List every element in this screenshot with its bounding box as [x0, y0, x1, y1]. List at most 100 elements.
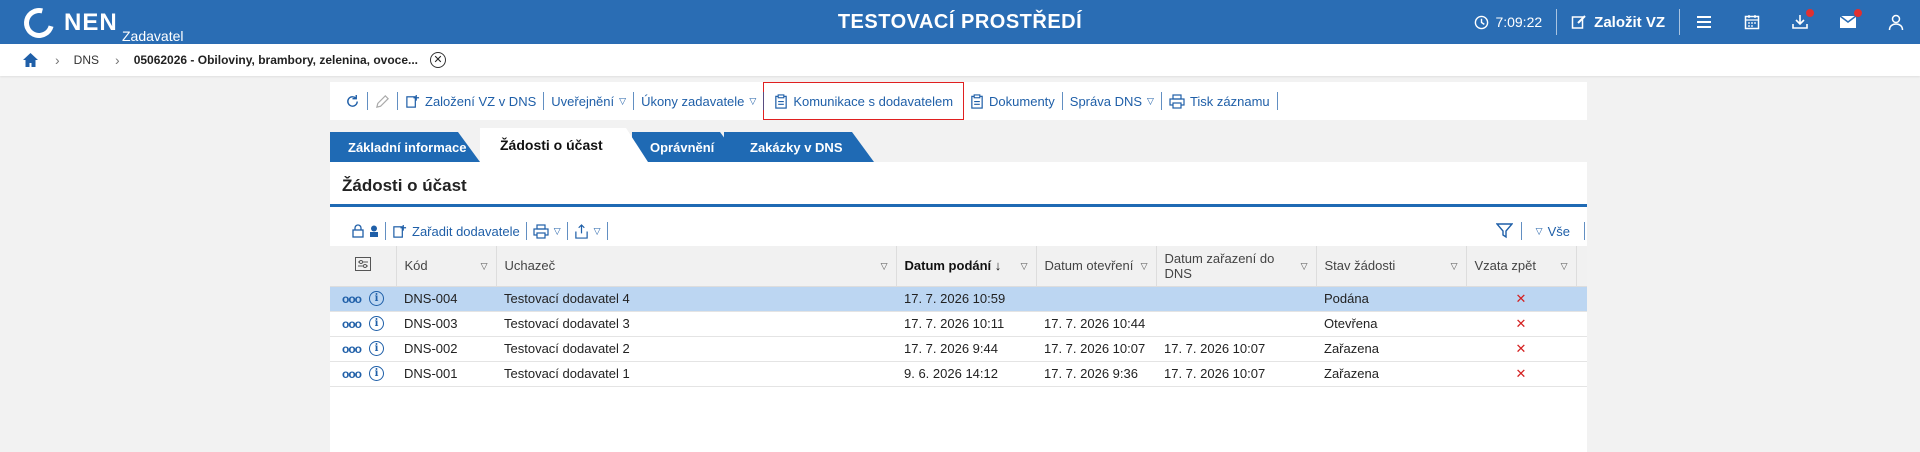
cell-bidder: Testovací dodavatel 4	[496, 286, 896, 312]
cell-submitted: 17. 7. 2026 10:11	[896, 311, 1036, 337]
menu-button[interactable]	[1680, 0, 1728, 44]
caret-down-icon: ▽	[1535, 225, 1543, 236]
filter-icon[interactable]	[1495, 223, 1513, 239]
filter-caret-icon[interactable]: ▽	[1301, 259, 1308, 274]
cell-opened: 17. 7. 2026 10:07	[1036, 336, 1156, 362]
filter-caret-icon[interactable]: ▽	[1021, 259, 1028, 274]
more-options-icon[interactable]: ooo	[342, 342, 362, 356]
column-header-bidder-label: Uchazeč	[504, 258, 556, 274]
column-header-bidder[interactable]: Uchazeč ▽	[496, 246, 897, 287]
toolbar-create-vz-dns[interactable]: Založení VZ v DNS	[398, 90, 543, 112]
refresh-button[interactable]	[338, 90, 367, 112]
column-header-code[interactable]: Kód ▽	[396, 246, 497, 287]
section-title: Žádosti o účast	[342, 176, 467, 195]
filter-caret-icon[interactable]: ▽	[881, 259, 888, 274]
cell-assigned	[1156, 311, 1316, 337]
column-settings-header[interactable]	[330, 246, 397, 287]
column-header-withdrawn[interactable]: Vzata zpět ▽	[1466, 246, 1577, 287]
cell-bidder: Testovací dodavatel 1	[496, 361, 896, 387]
user-button[interactable]	[1872, 0, 1920, 44]
chevron-right-icon: ›	[115, 52, 120, 68]
downloads-button[interactable]	[1776, 0, 1824, 44]
header-actions: 7:09:22 Založit VZ	[1474, 0, 1920, 44]
table-row[interactable]: ooo i DNS-001 Testovací dodavatel 1 9. 6.…	[330, 361, 1587, 387]
notification-dot	[1854, 9, 1862, 17]
column-header-submitted[interactable]: Datum podání ↓ ▽	[896, 246, 1037, 287]
table-row[interactable]: ooo i DNS-004 Testovací dodavatel 4 17. 7…	[330, 286, 1587, 312]
user-icon	[1888, 14, 1904, 30]
column-header-code-label: Kód	[404, 258, 428, 274]
home-icon[interactable]	[22, 52, 39, 68]
filter-all-select[interactable]: ▽ Vše	[1530, 220, 1576, 242]
more-options-icon[interactable]: ooo	[342, 367, 362, 381]
create-vz-button[interactable]: Založit VZ	[1557, 14, 1679, 31]
toolbar-divider	[1584, 222, 1585, 240]
breadcrumb-dns[interactable]: DNS	[74, 53, 99, 67]
cell-bidder: Testovací dodavatel 2	[496, 336, 896, 362]
info-icon[interactable]: i	[369, 366, 384, 381]
cell-spacer	[1576, 336, 1587, 362]
close-icon[interactable]: ✕	[430, 52, 447, 68]
edit-button[interactable]	[368, 90, 397, 112]
column-header-submitted-label: Datum podání	[904, 258, 992, 274]
assign-supplier-button[interactable]: Zařadit dodavatele	[386, 220, 526, 242]
print-menu[interactable]: ▽	[527, 220, 567, 242]
filter-caret-icon[interactable]: ▽	[1451, 259, 1458, 274]
toolbar-print-record[interactable]: Tisk záznamu	[1162, 90, 1277, 112]
cell-submitted: 9. 6. 2026 14:12	[896, 361, 1036, 387]
clock-icon	[1475, 15, 1489, 29]
cell-state: Zařazena	[1316, 361, 1466, 387]
logo-ring-icon	[18, 2, 60, 44]
toolbar-publication-label: Uveřejnění	[551, 93, 615, 109]
toolbar-documents[interactable]: Dokumenty	[963, 90, 1062, 112]
toolbar-divider	[1160, 92, 1162, 110]
info-icon[interactable]: i	[369, 291, 384, 306]
filter-caret-icon[interactable]: ▽	[481, 259, 488, 274]
more-options-icon[interactable]: ooo	[342, 292, 362, 306]
settings-sliders-icon	[354, 257, 371, 272]
toolbar-create-vz-dns-label: Založení VZ v DNS	[425, 93, 537, 109]
lock-toggle[interactable]	[346, 220, 385, 242]
column-header-opened-label: Datum otevření	[1044, 258, 1134, 274]
cell-withdrawn: ✕	[1466, 336, 1576, 362]
cell-opened: 17. 7. 2026 9:36	[1036, 361, 1156, 387]
hamburger-icon	[1697, 16, 1711, 28]
refresh-icon	[347, 94, 358, 107]
tab-participation-requests[interactable]: Žádosti o účast	[480, 128, 648, 162]
messages-button[interactable]	[1824, 0, 1872, 44]
table-row[interactable]: ooo i DNS-003 Testovací dodavatel 3 17. 7…	[330, 311, 1587, 337]
info-icon[interactable]: i	[369, 316, 384, 331]
filter-caret-icon[interactable]: ▽	[1561, 259, 1568, 274]
clipboard-icon	[971, 93, 983, 109]
pencil-icon	[376, 94, 389, 108]
tab-dns-contracts[interactable]: Zakázky v DNS	[724, 132, 874, 162]
column-header-state[interactable]: Stav žádosti ▽	[1316, 246, 1467, 287]
column-header-assigned[interactable]: Datum zařazení do DNS ▽	[1156, 246, 1317, 287]
column-header-spacer	[1576, 246, 1587, 287]
printer-icon	[1169, 93, 1185, 109]
assign-supplier-label: Zařadit dodavatele	[412, 223, 520, 239]
top-header: NEN Zadavatel TESTOVACÍ PROSTŘEDÍ 7:09:2…	[0, 0, 1920, 44]
filter-caret-icon[interactable]: ▽	[1141, 259, 1148, 274]
info-icon[interactable]: i	[369, 341, 384, 356]
table-header-row: Kód ▽ Uchazeč ▽ Datum podání ↓ ▽ Datum otev…	[330, 246, 1587, 287]
clock-time: 7:09:22	[1495, 14, 1543, 30]
cell-code: DNS-004	[396, 286, 496, 312]
toolbar-dns-management[interactable]: Správa DNS ▽	[1063, 90, 1161, 112]
tab-basic-info[interactable]: Základní informace	[330, 132, 480, 162]
caret-down-icon: ▽	[619, 95, 627, 106]
toolbar-contractor-actions[interactable]: Úkony zadavatele ▽	[634, 90, 763, 112]
column-header-opened[interactable]: Datum otevření ▽	[1036, 246, 1157, 287]
toolbar-publication[interactable]: Uveřejnění ▽	[544, 90, 633, 112]
cell-spacer	[1576, 361, 1587, 387]
calendar-button[interactable]	[1728, 0, 1776, 44]
toolbar-dns-management-label: Správa DNS	[1069, 93, 1143, 109]
export-menu[interactable]: ▽	[568, 220, 607, 242]
tab-permissions-label: Oprávnění	[650, 139, 715, 155]
cell-code: DNS-001	[396, 361, 496, 387]
table-row[interactable]: ooo i DNS-002 Testovací dodavatel 2 17. 7…	[330, 336, 1587, 362]
caret-down-icon: ▽	[749, 95, 757, 106]
nen-logo[interactable]: NEN Zadavatel	[18, 2, 183, 44]
more-options-icon[interactable]: ooo	[342, 317, 362, 331]
toolbar-supplier-communication[interactable]: Komunikace s dodavatelem	[763, 82, 965, 120]
